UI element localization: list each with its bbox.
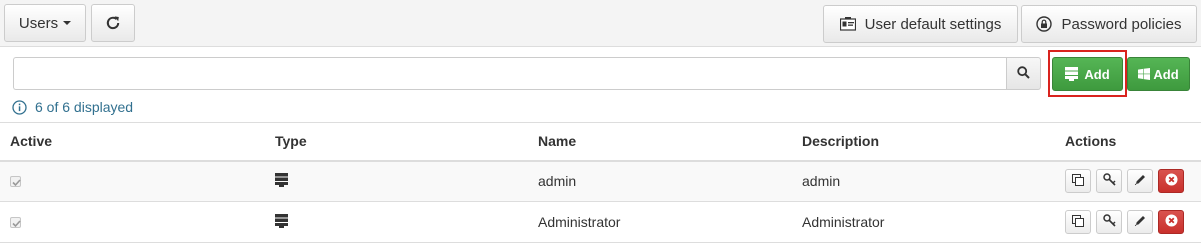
description-cell: Administrator	[792, 201, 1055, 243]
add-server-user-label: Add	[1084, 66, 1110, 82]
refresh-icon	[105, 15, 121, 31]
key-button[interactable]	[1096, 210, 1122, 234]
active-checkbox[interactable]	[10, 217, 21, 228]
type-cell	[265, 160, 528, 202]
lock-icon	[1036, 16, 1053, 32]
copy-icon	[1072, 214, 1084, 230]
delete-icon	[1165, 173, 1178, 189]
column-header-actions: Actions	[1055, 122, 1201, 162]
actions-cell	[1055, 160, 1201, 202]
actions-cell	[1055, 201, 1201, 243]
users-dropdown-button[interactable]: Users	[4, 4, 86, 42]
key-icon	[1102, 173, 1116, 189]
user-default-settings-label: User default settings	[864, 15, 1002, 33]
table-row[interactable]: admin admin	[0, 160, 1201, 202]
password-policies-button[interactable]: Password policies	[1021, 5, 1197, 43]
caret-down-icon	[63, 21, 72, 25]
delete-icon	[1165, 214, 1178, 230]
id-card-icon	[839, 17, 856, 31]
windows-icon	[1138, 68, 1151, 80]
search-input[interactable]	[13, 57, 1006, 90]
refresh-button[interactable]	[91, 4, 135, 42]
column-header-active[interactable]: Active	[0, 122, 265, 162]
key-button[interactable]	[1096, 169, 1122, 194]
copy-button[interactable]	[1065, 210, 1091, 234]
result-count-text: 6 of 6 displayed	[35, 99, 134, 115]
copy-button[interactable]	[1065, 169, 1091, 194]
add-windows-user-label: Add	[1153, 66, 1179, 82]
password-policies-label: Password policies	[1061, 15, 1182, 33]
server-icon	[275, 172, 288, 187]
table-header-row: Active Type Name Description Actions	[0, 122, 1201, 162]
server-icon	[1065, 67, 1079, 81]
server-icon	[275, 213, 288, 228]
delete-button[interactable]	[1158, 169, 1184, 194]
edit-button[interactable]	[1127, 210, 1153, 234]
row-actions	[1065, 210, 1201, 234]
delete-button[interactable]	[1158, 210, 1184, 234]
result-count: 6 of 6 displayed	[12, 98, 133, 116]
copy-icon	[1072, 173, 1084, 189]
top-toolbar: Users User default settings Password pol…	[0, 0, 1201, 47]
add-server-user-button[interactable]: Add	[1052, 57, 1123, 91]
name-cell: Administrator	[528, 201, 792, 243]
info-icon	[12, 99, 27, 115]
users-table: Active Type Name Description Actions adm…	[0, 122, 1201, 243]
users-dropdown-label: Users	[18, 14, 59, 32]
description-cell: admin	[792, 160, 1055, 202]
column-header-description[interactable]: Description	[792, 122, 1055, 162]
key-icon	[1102, 214, 1116, 230]
row-actions	[1065, 169, 1201, 194]
add-windows-user-button[interactable]: Add	[1127, 57, 1190, 91]
user-default-settings-button[interactable]: User default settings	[823, 5, 1018, 43]
column-header-type[interactable]: Type	[265, 122, 528, 162]
search-bar	[13, 57, 1041, 90]
edit-button[interactable]	[1127, 169, 1153, 194]
table-row[interactable]: Administrator Administrator	[0, 201, 1201, 243]
name-cell: admin	[528, 160, 792, 202]
active-checkbox[interactable]	[10, 176, 21, 188]
active-cell	[0, 201, 265, 243]
active-cell	[0, 160, 265, 202]
pencil-icon	[1134, 173, 1147, 189]
column-header-name[interactable]: Name	[528, 122, 792, 162]
search-icon	[1017, 65, 1030, 82]
search-button[interactable]	[1006, 57, 1041, 90]
type-cell	[265, 201, 528, 243]
pencil-icon	[1134, 214, 1147, 230]
